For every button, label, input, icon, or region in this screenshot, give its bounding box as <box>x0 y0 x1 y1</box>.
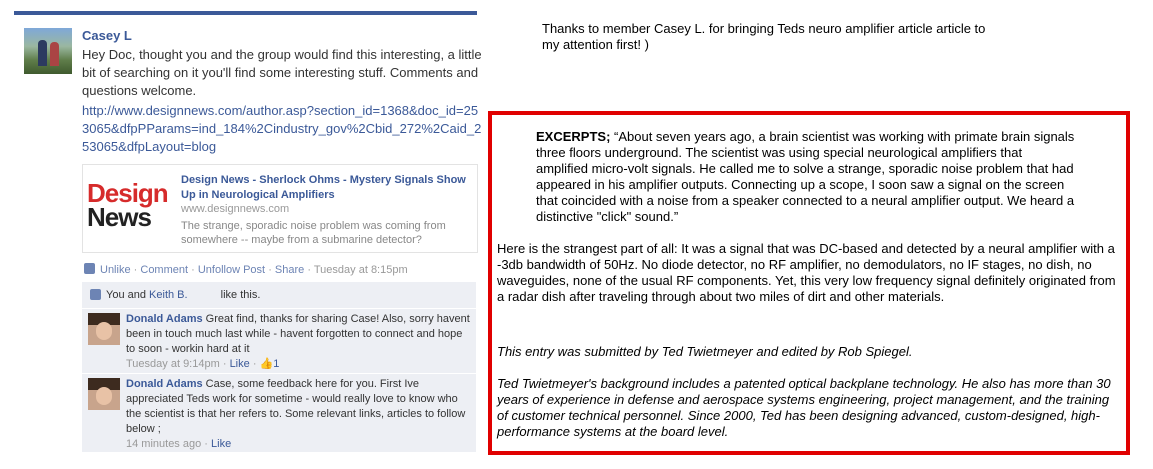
unlike-link[interactable]: Unlike <box>100 264 131 276</box>
comment-item: Donald Adams Case, some feedback here fo… <box>82 374 476 452</box>
post-url-link[interactable]: http://www.designnews.com/author.asp?sec… <box>82 102 482 156</box>
commenter-avatar[interactable] <box>88 378 120 410</box>
link-preview-card[interactable]: Design News Design News - Sherlock Ohms … <box>82 164 478 253</box>
poster-name-link[interactable]: Casey L <box>82 28 132 43</box>
comment-link[interactable]: Comment <box>140 264 188 276</box>
post-timestamp[interactable]: Tuesday at 8:15pm <box>314 264 408 276</box>
feed-top-border <box>14 11 477 15</box>
comment-timestamp[interactable]: 14 minutes ago <box>126 438 201 450</box>
comment-timestamp[interactable]: Tuesday at 9:14pm <box>126 358 220 370</box>
comment-like-link[interactable]: Like <box>211 438 231 450</box>
comment-like-link[interactable]: Like <box>230 358 250 370</box>
excerpt-author-bio: Ted Twietmeyer's background includes a p… <box>497 376 1111 439</box>
thanks-note: Thanks to member Casey L. for bringing T… <box>542 21 986 52</box>
link-card-description: The strange, sporadic noise problem was … <box>181 220 446 246</box>
link-card-domain: www.designnews.com <box>181 203 290 215</box>
excerpt-label: EXCERPTS; <box>536 129 615 144</box>
excerpt-paragraph: Here is the strangest part of all: It wa… <box>497 241 1116 304</box>
comment-item: Donald Adams Great find, thanks for shar… <box>82 309 476 373</box>
like-thumb-icon: 👍 <box>259 358 274 370</box>
excerpt-intro-text: “About seven years ago, a brain scientis… <box>536 129 1075 224</box>
likes-prefix: You and <box>106 289 146 301</box>
avatar-person-1 <box>38 40 47 66</box>
avatar-person-2 <box>50 42 59 66</box>
likes-suffix: like this. <box>220 289 261 301</box>
likes-summary: You and Keith B. like this. <box>82 282 476 308</box>
excerpt-intro: EXCERPTS; “About seven years ago, a brai… <box>536 129 1076 225</box>
avatar-face <box>96 387 112 405</box>
poster-avatar[interactable] <box>24 28 72 74</box>
like-thumb-icon <box>84 263 95 274</box>
commenter-name-link[interactable]: Donald Adams <box>126 378 203 390</box>
commenter-avatar[interactable] <box>88 313 120 345</box>
excerpt-box: EXCERPTS; “About seven years ago, a brai… <box>488 111 1130 455</box>
unfollow-post-link[interactable]: Unfollow Post <box>198 264 265 276</box>
post-actions-bar: Unlike · Comment · Unfollow Post · Share… <box>84 263 408 276</box>
liker-name-link[interactable]: Keith B. <box>149 289 188 301</box>
share-link[interactable]: Share <box>275 264 304 276</box>
link-card-title[interactable]: Design News - Sherlock Ohms - Mystery Si… <box>181 173 473 203</box>
avatar-face <box>96 322 112 340</box>
post-text: Hey Doc, thought you and the group would… <box>82 47 482 98</box>
excerpt-credit: This entry was submitted by Ted Twietmey… <box>497 344 913 359</box>
commenter-name-link[interactable]: Donald Adams <box>126 313 203 325</box>
like-thumb-icon <box>90 289 101 300</box>
comment-like-count[interactable]: 👍1 <box>260 358 280 370</box>
design-news-logo: Design News <box>87 178 169 232</box>
